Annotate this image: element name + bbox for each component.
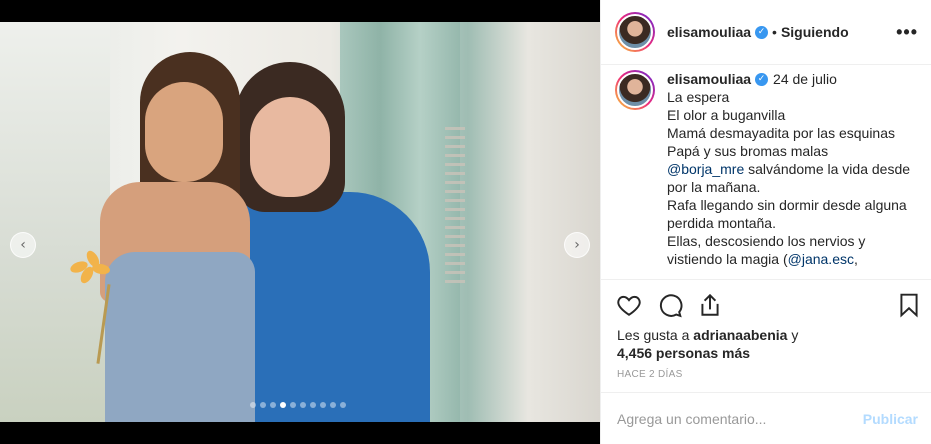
carousel-dot xyxy=(250,402,256,408)
caption-line: por la mañana. xyxy=(667,179,761,195)
carousel-dot xyxy=(260,402,266,408)
carousel-dot xyxy=(280,402,286,408)
bottom-letterbox xyxy=(0,422,600,444)
photo-flower xyxy=(68,248,111,364)
following-button[interactable]: Siguiendo xyxy=(781,24,849,40)
carousel-dot xyxy=(310,402,316,408)
comment-input[interactable] xyxy=(617,410,863,427)
caption-line: perdida montaña. xyxy=(667,215,776,231)
header-username[interactable]: elisamouliaa xyxy=(667,24,751,40)
post-photo[interactable]: ‹ › xyxy=(0,22,600,422)
caption-date: 24 de julio xyxy=(773,71,837,87)
more-icon[interactable]: ••• xyxy=(896,22,918,43)
heart-icon[interactable] xyxy=(616,292,642,318)
carousel-dot xyxy=(330,402,336,408)
caption-line: vistiendo la magia (@jana.esc, xyxy=(667,250,910,268)
post-side-panel: elisamouliaa ✓ • Siguiendo ••• elisamoul… xyxy=(600,0,931,444)
carousel-dot xyxy=(290,402,296,408)
bookmark-icon[interactable] xyxy=(896,292,922,318)
caption-text: , xyxy=(853,251,858,267)
likes-mid: y xyxy=(787,327,799,343)
carousel-dot xyxy=(340,402,346,408)
caption-line: Rafa llegando sin dormir desde alguna xyxy=(667,197,907,213)
instagram-post-modal: ‹ › elisamouliaa ✓ • Siguiendo ••• elisa… xyxy=(0,0,931,444)
likes-summary: Les gusta a adrianaabenia y 4,456 person… xyxy=(617,326,798,362)
caption-body: elisamouliaa ✓ 24 de julio La espera El … xyxy=(667,70,910,278)
caption-line: Papá y sus bromas malas xyxy=(667,143,829,159)
carousel-dot xyxy=(320,402,326,408)
caption-text: vistiendo la magia ( xyxy=(667,251,788,267)
publish-button[interactable]: Publicar xyxy=(863,411,918,427)
post-timestamp[interactable]: HACE 2 DÍAS xyxy=(617,369,683,380)
caption-username[interactable]: elisamouliaa xyxy=(667,70,751,88)
comment-form: Publicar xyxy=(601,392,931,444)
mention-link[interactable]: @jana.esc xyxy=(788,251,854,267)
likes-prefix: Les gusta a xyxy=(617,327,694,343)
photo-person-bride xyxy=(60,52,270,422)
photo-wall-pattern xyxy=(445,127,465,287)
caption-line: La espera xyxy=(667,89,730,105)
mention-link[interactable]: @borja_mre xyxy=(667,161,744,177)
caption-line: @borja_mre salvándome la vida desde xyxy=(667,160,910,178)
caption-avatar[interactable] xyxy=(615,70,655,110)
avatar[interactable] xyxy=(615,12,655,52)
caption-line: El olor a buganvilla xyxy=(667,107,786,123)
likes-user-link[interactable]: adrianaabenia xyxy=(693,327,787,343)
post-caption: elisamouliaa ✓ 24 de julio La espera El … xyxy=(601,66,931,278)
verified-icon: ✓ xyxy=(755,72,769,86)
likes-count-link[interactable]: 4,456 personas más xyxy=(617,345,750,361)
post-header: elisamouliaa ✓ • Siguiendo ••• xyxy=(601,0,931,65)
caption-text: salvándome la vida desde xyxy=(744,161,911,177)
verified-icon: ✓ xyxy=(755,25,769,39)
comment-icon[interactable] xyxy=(657,292,683,318)
share-icon[interactable] xyxy=(697,292,723,318)
top-letterbox xyxy=(0,0,600,22)
carousel-indicator xyxy=(250,402,346,408)
carousel-dot xyxy=(270,402,276,408)
header-separator: • xyxy=(772,24,777,40)
chevron-left-icon[interactable]: ‹ xyxy=(10,232,36,258)
carousel-dot xyxy=(300,402,306,408)
caption-line: Ellas, descosiendo los nervios y xyxy=(667,233,866,249)
caption-line: Mamá desmayadita por las esquinas xyxy=(667,125,896,141)
chevron-right-icon[interactable]: › xyxy=(564,232,590,258)
action-bar xyxy=(601,279,931,327)
